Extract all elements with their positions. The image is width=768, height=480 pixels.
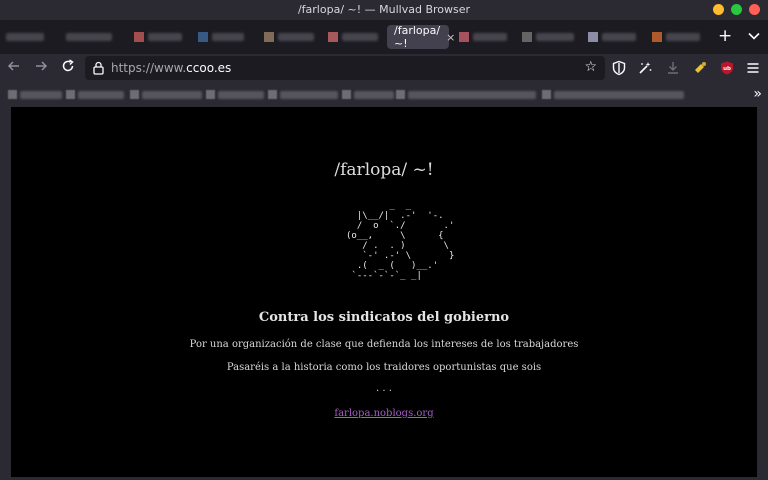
tab-label-blurred <box>342 33 378 41</box>
navigation-toolbar: https://www.ccoo.es ☆ ub <box>0 54 768 82</box>
favicon-icon <box>134 32 144 42</box>
bookmarks-toolbar <box>0 84 768 106</box>
extension-icon[interactable] <box>692 60 708 76</box>
bookmarks-overflow-chevron-icon[interactable]: » <box>753 86 762 102</box>
tab-label-blurred <box>66 33 112 41</box>
ublock-origin-icon[interactable]: ub <box>719 60 735 76</box>
url-prefix: https://www. <box>111 61 187 75</box>
bookmark-label-blurred <box>354 90 394 99</box>
tab-label-blurred <box>666 33 700 41</box>
bookmark-item[interactable] <box>66 90 124 99</box>
tab[interactable] <box>198 25 244 49</box>
tab-strip: /farlopa/ ~! × <box>0 20 768 54</box>
bookmark-label-blurred <box>20 90 62 99</box>
favicon-icon <box>459 32 469 42</box>
favicon-icon <box>264 32 274 42</box>
shield-icon[interactable] <box>611 60 627 76</box>
tab-label-blurred <box>6 33 44 41</box>
ellipsis-text: . . . <box>376 383 392 394</box>
url-domain: ccoo.es <box>186 61 232 75</box>
arrow-left-icon <box>7 61 19 71</box>
new-tab-button[interactable]: + <box>718 28 732 45</box>
ascii-art-image: _ _ |\__/| .-' '-. / o `./ .' (o__, \ { … <box>346 201 455 281</box>
bookmark-icon <box>342 90 351 99</box>
bookmark-item[interactable] <box>130 90 202 99</box>
chevron-down-icon <box>748 32 760 40</box>
bookmark-icon <box>130 90 139 99</box>
bookmark-item[interactable] <box>542 90 684 99</box>
forward-button[interactable] <box>32 59 50 77</box>
bookmark-icon <box>268 90 277 99</box>
tab-active-label: /farlopa/ ~! <box>394 24 441 50</box>
tab[interactable] <box>459 25 507 49</box>
favicon-icon <box>652 32 662 42</box>
bookmark-icon <box>206 90 215 99</box>
list-all-tabs-button[interactable] <box>748 30 760 43</box>
favicon-icon <box>588 32 598 42</box>
bookmark-label-blurred <box>554 90 684 99</box>
tab-label-blurred <box>278 33 314 41</box>
bookmark-icon <box>396 90 405 99</box>
tab[interactable] <box>328 25 378 49</box>
svg-text:ub: ub <box>723 66 731 72</box>
tab[interactable] <box>66 25 112 49</box>
tab-label-blurred <box>602 33 636 41</box>
tab-active[interactable]: /farlopa/ ~! × <box>387 24 455 50</box>
page-heading: Contra los sindicatos del gobierno <box>258 310 510 325</box>
bookmark-label-blurred <box>78 90 124 99</box>
bookmark-label-blurred <box>280 90 338 99</box>
tab[interactable] <box>264 25 314 49</box>
bookmark-item[interactable] <box>268 90 338 99</box>
bookmark-item[interactable] <box>206 90 264 99</box>
bookmark-star-icon[interactable]: ☆ <box>584 59 597 75</box>
bookmark-icon <box>542 90 551 99</box>
page-viewport: /farlopa/ ~! _ _ |\__/| .-' '-. / o `./ … <box>11 107 757 477</box>
close-window-button[interactable] <box>749 4 760 15</box>
window-controls <box>713 4 760 15</box>
back-button[interactable] <box>5 59 23 77</box>
bookmark-label-blurred <box>142 90 202 99</box>
tab[interactable] <box>6 25 44 49</box>
bookmark-icon <box>8 90 17 99</box>
bookmark-icon <box>66 90 75 99</box>
window-titlebar: /farlopa/ ~! — Mullvad Browser <box>0 0 768 20</box>
page-title: /farlopa/ ~! <box>334 160 434 180</box>
reload-button[interactable] <box>59 59 77 77</box>
hamburger-menu-icon[interactable] <box>745 60 761 76</box>
paragraph-line-2: Pasaréis a la historia como los traidore… <box>226 362 542 373</box>
magic-wand-icon[interactable] <box>637 60 653 76</box>
bookmark-label-blurred <box>408 90 536 99</box>
url-text[interactable]: https://www.ccoo.es <box>111 56 231 80</box>
bookmark-item[interactable] <box>396 90 536 99</box>
favicon-icon <box>522 32 532 42</box>
minimize-button[interactable] <box>713 4 724 15</box>
tab-label-blurred <box>473 33 507 41</box>
blog-link[interactable]: farlopa.noblogs.org <box>334 408 433 419</box>
paragraph-line-1: Por una organización de clase que defien… <box>189 339 579 350</box>
window-title: /farlopa/ ~! — Mullvad Browser <box>297 3 471 16</box>
close-tab-icon[interactable]: × <box>446 31 455 44</box>
tab[interactable] <box>522 25 574 49</box>
tab-label-blurred <box>148 33 182 41</box>
tab[interactable] <box>652 25 700 49</box>
maximize-button[interactable] <box>731 4 742 15</box>
favicon-icon <box>198 32 208 42</box>
bookmark-item[interactable] <box>342 90 394 99</box>
tab-label-blurred <box>212 33 244 41</box>
address-bar[interactable]: https://www.ccoo.es ☆ <box>85 56 605 80</box>
reload-icon <box>62 59 74 72</box>
arrow-right-icon <box>36 61 48 71</box>
lock-icon[interactable] <box>93 61 104 75</box>
favicon-icon <box>328 32 338 42</box>
tab-label-blurred <box>536 33 574 41</box>
bookmark-label-blurred <box>218 90 264 99</box>
tab[interactable] <box>134 25 182 49</box>
download-icon[interactable] <box>665 60 681 76</box>
tab[interactable] <box>588 25 636 49</box>
bookmark-item[interactable] <box>8 90 62 99</box>
